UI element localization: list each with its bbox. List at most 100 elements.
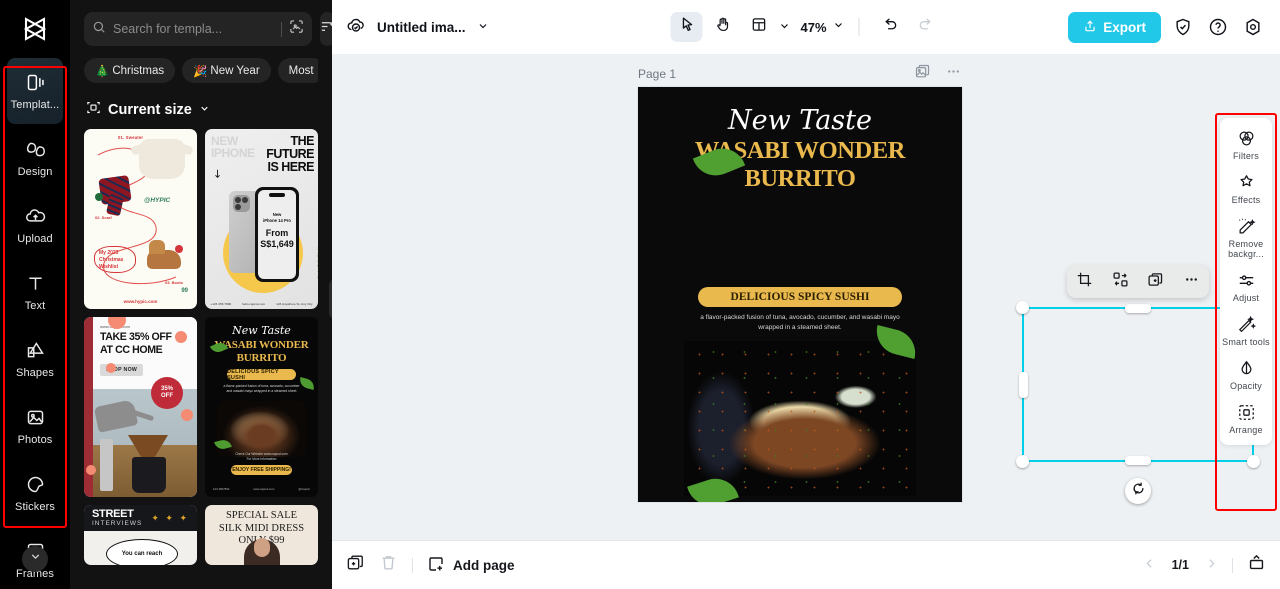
sidebar-item-text[interactable]: Text	[7, 259, 63, 325]
chip-christmas[interactable]: 🎄 Christmas	[84, 58, 176, 83]
resize-handle-top[interactable]	[1125, 304, 1151, 313]
template-art	[181, 409, 193, 421]
crop-button[interactable]	[1072, 269, 1098, 295]
prev-page-button[interactable]	[1143, 557, 1156, 573]
tool-arrange[interactable]: Arrange	[1222, 402, 1270, 435]
resize-handle-left[interactable]	[1019, 371, 1028, 398]
redo-button[interactable]	[910, 12, 942, 42]
document-title-group[interactable]: Untitled ima...	[346, 15, 489, 40]
template-card-wasabi-wonder-burrito[interactable]: New Taste WASABI WONDER BURRITO DELICIOU…	[205, 317, 318, 497]
shield-check-icon[interactable]	[1170, 14, 1196, 40]
template-art	[95, 193, 103, 201]
templates-column-right: NEW IPHONE THE FUTURE IS HERE ↘ New iPho…	[205, 129, 318, 565]
image-float-toolbar[interactable]	[1067, 265, 1209, 298]
more-options-button[interactable]	[1178, 269, 1204, 295]
template-art: My 2023 Christmas Wishlist	[94, 246, 136, 273]
bottom-divider	[412, 557, 413, 573]
more-options-icon[interactable]	[945, 63, 962, 85]
search-input[interactable]	[113, 22, 274, 36]
page-indicator: 1/1	[1171, 558, 1189, 572]
search-box[interactable]	[84, 12, 312, 46]
template-card-take-35-off[interactable]: www.capcut.com TAKE 35% OFF AT CC HOME S…	[84, 317, 197, 497]
tool-label: Arrange	[1229, 425, 1263, 435]
remove-background-icon	[1237, 216, 1256, 236]
panel-collapse-handle[interactable]: ❮	[329, 278, 332, 320]
design-food-image[interactable]	[684, 341, 916, 496]
more-options-icon	[1183, 271, 1200, 293]
next-page-button[interactable]	[1205, 557, 1218, 573]
current-size-selector[interactable]: Current size	[86, 100, 318, 119]
template-text: My 2023 Christmas Wishlist	[99, 250, 124, 270]
text-icon	[25, 273, 46, 295]
sidebar-label: Templat...	[10, 98, 60, 111]
tool-filters[interactable]: Filters	[1222, 128, 1270, 161]
template-card-christmas-wishlist[interactable]: 01. Sweater @HYPIC 02. Scarf My 2023 Chr…	[84, 129, 197, 309]
chevron-down-icon[interactable]	[477, 20, 489, 35]
template-text: www.hypic.com	[123, 299, 158, 304]
resize-handle-bottom[interactable]	[1125, 456, 1151, 465]
duplicate-page-icon[interactable]	[346, 553, 365, 577]
template-text: 35% OFF	[151, 377, 183, 409]
template-card-new-iphone[interactable]: NEW IPHONE THE FUTURE IS HERE ↘ New iPho…	[205, 129, 318, 309]
tool-effects[interactable]: Effects	[1222, 172, 1270, 205]
chip-label: Most	[288, 64, 314, 77]
duplicate-button[interactable]	[1143, 269, 1169, 295]
template-art	[175, 245, 183, 253]
capcut-logo-icon[interactable]	[20, 16, 50, 42]
template-text: THE FUTURE IS HERE	[266, 134, 314, 174]
chevron-down-icon[interactable]	[778, 20, 790, 35]
design-headline-line1: WASABI WONDER	[694, 137, 906, 164]
templates-column-left: 01. Sweater @HYPIC 02. Scarf My 2023 Chr…	[84, 129, 197, 565]
add-page-button[interactable]: Add page	[427, 555, 515, 576]
tool-label: Smart tools	[1222, 337, 1270, 347]
design-canvas[interactable]: New Taste WASABI WONDER BURRITO DELICIOU…	[638, 87, 962, 502]
select-tool-button[interactable]	[670, 12, 703, 42]
image-search-icon[interactable]	[289, 19, 304, 39]
replace-image-icon	[1112, 271, 1129, 293]
search-divider	[281, 21, 282, 37]
rotate-handle[interactable]	[1125, 478, 1151, 504]
rail-items: Templat... Design Upload Text Shapes Pho…	[0, 58, 70, 589]
layout-tool-button[interactable]	[742, 12, 774, 42]
tool-adjust[interactable]: Adjust	[1222, 270, 1270, 303]
present-icon[interactable]	[1247, 553, 1266, 577]
filter-button[interactable]	[320, 12, 332, 46]
templates-panel: 🎄 Christmas 🎉 New Year Most Current s	[70, 0, 332, 589]
export-button[interactable]: Export	[1068, 11, 1161, 43]
sidebar-item-photos[interactable]: Photos	[7, 393, 63, 459]
replace-image-button[interactable]	[1107, 269, 1133, 295]
tool-label: Filters	[1233, 151, 1259, 161]
trash-icon[interactable]	[379, 553, 398, 577]
sidebar-item-shapes[interactable]: Shapes	[7, 326, 63, 392]
settings-gear-icon[interactable]	[1240, 14, 1266, 40]
sidebar-item-upload[interactable]: Upload	[7, 192, 63, 258]
tool-opacity[interactable]: Opacity	[1222, 358, 1270, 391]
templates-grid: 01. Sweater @HYPIC 02. Scarf My 2023 Chr…	[70, 129, 332, 565]
sidebar-item-design[interactable]: Design	[7, 125, 63, 191]
bottom-right-actions: 1/1	[1143, 553, 1266, 577]
template-art	[106, 363, 116, 373]
template-text: a flavor-packed fusion of tuna, avocado,…	[223, 384, 300, 393]
sidebar-item-templates[interactable]: Templat...	[7, 58, 63, 124]
tool-smart-tools[interactable]: Smart tools	[1222, 314, 1270, 347]
undo-button[interactable]	[874, 12, 906, 42]
sidebar-item-stickers[interactable]: Stickers	[7, 460, 63, 526]
duplicate-page-icon[interactable]	[914, 63, 931, 85]
page-navigator: 1/1	[1143, 557, 1218, 573]
resize-handle-top-left[interactable]	[1016, 301, 1029, 314]
hand-tool-button[interactable]	[706, 12, 738, 42]
template-text: 02. Scarf	[95, 215, 112, 220]
canvas-area[interactable]: Page 1 New Taste WASABI WONDER BURRITO D…	[332, 54, 1280, 540]
rail-expand-button[interactable]	[22, 546, 48, 572]
help-circle-icon[interactable]	[1205, 14, 1231, 40]
chip-new-year[interactable]: 🎉 New Year	[182, 58, 271, 83]
template-card-street-interviews[interactable]: STREET INTERVIEWS ✦ ✦ ✦ You can reach	[84, 505, 197, 565]
template-card-special-sale[interactable]: SPECIAL SALE SILK MIDI DRESS ONLY $99	[205, 505, 318, 565]
document-title[interactable]: Untitled ima...	[377, 20, 466, 35]
chip-most[interactable]: Most	[277, 58, 318, 83]
zoom-control[interactable]: 47%	[800, 18, 844, 36]
resize-handle-bottom-left[interactable]	[1016, 455, 1029, 468]
tool-remove-background[interactable]: Remove backgr...	[1222, 216, 1270, 259]
resize-handle-bottom-right[interactable]	[1247, 455, 1260, 468]
chip-label: Christmas	[112, 64, 165, 77]
